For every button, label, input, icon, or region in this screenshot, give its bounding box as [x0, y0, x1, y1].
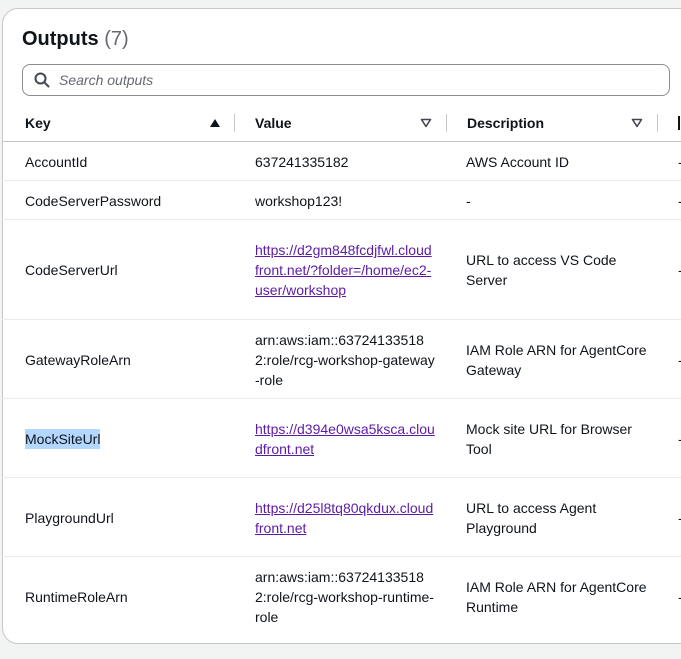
sort-caret-down-icon[interactable]	[631, 118, 643, 128]
sort-ascending-icon[interactable]	[209, 118, 221, 128]
column-header-description[interactable]: Description	[467, 104, 657, 142]
column-header-value[interactable]: Value	[255, 104, 445, 142]
code-server-url-link[interactable]: https://d2gm848fcdjfwl.cloudfront.net/?f…	[255, 240, 435, 300]
search-input[interactable]	[59, 65, 659, 95]
sort-caret-down-icon[interactable]	[420, 118, 432, 128]
playground-url-link[interactable]: https://d25l8tq80qkdux.cloudfront.net	[255, 498, 435, 538]
table-row: PlaygroundUrl https://d25l8tq80qkdux.clo…	[2, 478, 681, 557]
table-row: CodeServerUrl https://d2gm848fcdjfwl.clo…	[2, 220, 681, 320]
cell-description: IAM Role ARN for AgentCore Runtime	[466, 578, 647, 615]
cell-value: arn:aws:iam::637241335182:role/rcg-works…	[255, 568, 434, 625]
column-label-extra	[678, 116, 680, 130]
cell-value: workshop123!	[255, 192, 343, 209]
table-row: CodeServerPassword workshop123! - -	[2, 181, 681, 220]
cell-key: CodeServerPassword	[25, 192, 162, 209]
cell-description: URL to access VS Code Server	[466, 252, 617, 288]
cell-key-selected: MockSiteUrl	[25, 428, 101, 449]
column-header-key[interactable]: Key	[25, 104, 225, 142]
table-row: GatewayRoleArn arn:aws:iam::637241335182…	[2, 320, 681, 399]
column-resizer[interactable]	[657, 114, 658, 132]
table-row: MockSiteUrl https://d394e0wsa5ksca.cloud…	[2, 399, 681, 478]
cell-value: 637241335182	[255, 153, 349, 170]
column-label-description: Description	[467, 115, 545, 131]
cell-description: URL to access Agent Playground	[466, 499, 597, 536]
column-resizer[interactable]	[446, 114, 447, 132]
cell-key: AccountId	[25, 153, 88, 170]
cell-description: AWS Account ID	[466, 153, 569, 170]
search-box[interactable]	[22, 64, 670, 96]
column-resizer[interactable]	[234, 114, 235, 132]
table-row: RuntimeRoleArn arn:aws:iam::637241335182…	[2, 557, 681, 636]
cell-key: RuntimeRoleArn	[25, 588, 128, 605]
cell-key: CodeServerUrl	[25, 262, 118, 278]
cell-description: -	[466, 192, 471, 209]
table-row: AccountId 637241335182 AWS Account ID -	[2, 142, 681, 181]
mock-site-url-link[interactable]: https://d394e0wsa5ksca.cloudfront.net	[255, 419, 435, 459]
cell-key: PlaygroundUrl	[25, 509, 114, 526]
outputs-count: (7)	[104, 28, 129, 50]
outputs-title: Outputs	[22, 28, 99, 50]
column-label-value: Value	[255, 115, 292, 131]
column-label-key: Key	[25, 115, 51, 131]
cell-value: arn:aws:iam::637241335182:role/rcg-works…	[255, 331, 435, 388]
cell-key: GatewayRoleArn	[25, 351, 131, 368]
page-title: Outputs (7)	[22, 28, 129, 51]
cell-description: IAM Role ARN for AgentCore Gateway	[466, 341, 647, 378]
search-icon	[34, 72, 50, 88]
cell-description: Mock site URL for Browser Tool	[466, 420, 632, 457]
